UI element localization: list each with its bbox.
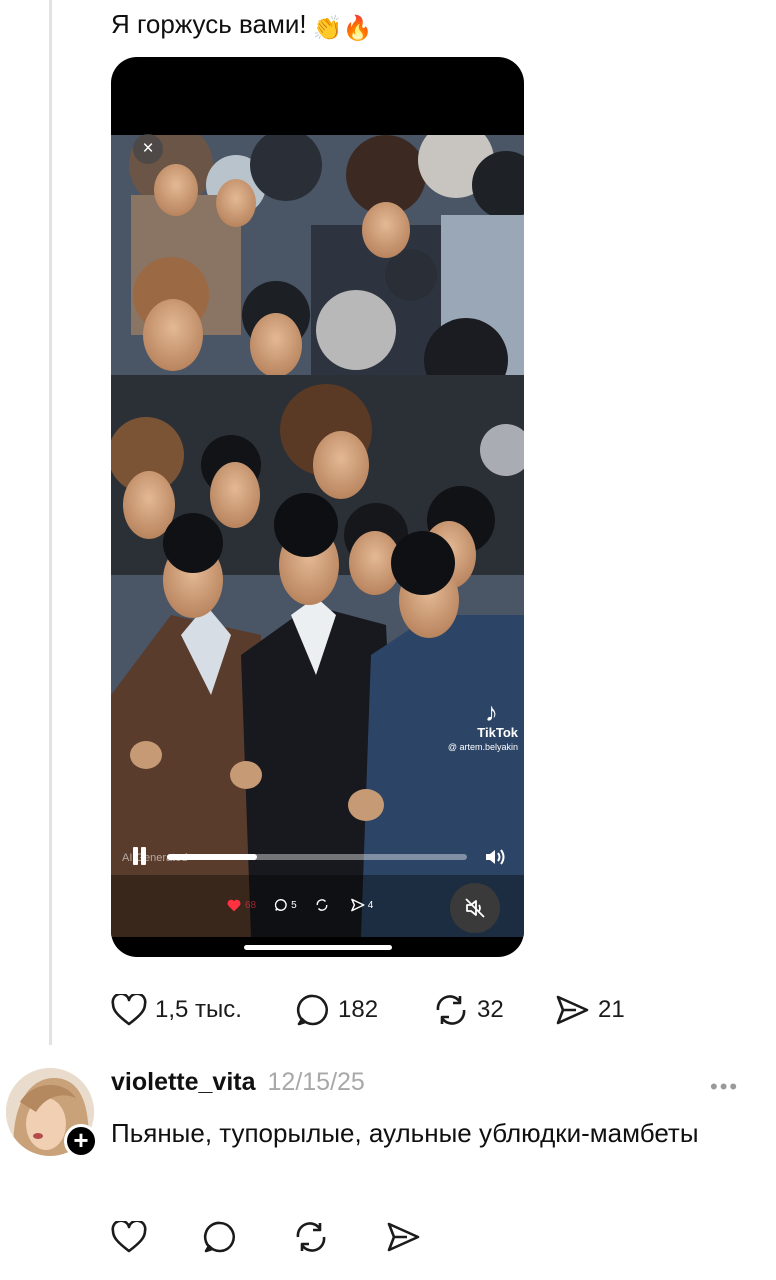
mini-like: 68 xyxy=(226,898,256,912)
volume-icon[interactable] xyxy=(484,847,506,867)
share-icon xyxy=(556,995,589,1025)
home-indicator xyxy=(244,945,392,950)
mini-comment: 5 xyxy=(274,898,297,912)
pause-icon[interactable] xyxy=(133,847,147,865)
close-icon[interactable]: × xyxy=(133,134,163,164)
heart-icon xyxy=(111,1221,147,1253)
mini-share-icon xyxy=(350,898,365,912)
thread-line xyxy=(49,0,52,1045)
video-frame[interactable] xyxy=(111,135,524,937)
tiktok-watermark: ♪ TikTok @ artem.belyakin xyxy=(448,699,518,753)
post-emoji: 👏🔥 xyxy=(312,15,373,42)
mute-button[interactable] xyxy=(450,883,500,933)
mini-like-count: 68 xyxy=(245,899,257,911)
comment-icon xyxy=(203,1221,236,1253)
repost-icon xyxy=(296,1222,326,1252)
video-progress-fill xyxy=(167,854,257,860)
more-options-icon[interactable]: ••• xyxy=(710,1074,739,1100)
comment-reply-button[interactable] xyxy=(203,1220,245,1254)
mini-heart-icon xyxy=(227,899,241,912)
comment-share-button[interactable] xyxy=(385,1221,429,1253)
share-count: 21 xyxy=(598,996,625,1023)
comment-date: 12/15/25 xyxy=(267,1068,365,1096)
post-text-content: Я горжусь вами! xyxy=(111,9,307,39)
comment-text: Пьяные, тупорылые, аульные ублюдки-мамбе… xyxy=(111,1118,699,1148)
like-button[interactable]: 1,5 тыс. xyxy=(111,994,296,1026)
mini-repost xyxy=(315,898,332,912)
crowd-image xyxy=(111,135,524,937)
mini-share: 4 xyxy=(350,898,374,912)
heart-icon xyxy=(111,994,147,1026)
mini-comment-count: 5 xyxy=(291,899,297,911)
comment-header: violette_vita 12/15/25 xyxy=(111,1068,365,1104)
video-mini-stats: 68 5 4 xyxy=(226,895,391,915)
tiktok-logo-icon: ♪ xyxy=(485,697,498,727)
mini-comment-icon xyxy=(275,899,287,911)
post-actions: 1,5 тыс. 182 32 21 xyxy=(111,990,625,1030)
comment-button[interactable]: 182 xyxy=(296,993,433,1027)
share-button[interactable]: 21 xyxy=(554,994,625,1026)
tiktok-username: @ artem.belyakin xyxy=(447,742,518,752)
comment-icon xyxy=(296,994,329,1026)
comment-username[interactable]: violette_vita xyxy=(111,1068,256,1097)
video-progress-bar[interactable] xyxy=(167,854,467,860)
comment-like-button[interactable] xyxy=(111,1221,155,1253)
repost-icon xyxy=(436,995,466,1025)
like-count: 1,5 тыс. xyxy=(155,996,242,1023)
repost-button[interactable]: 32 xyxy=(433,993,554,1027)
speaker-muted-icon xyxy=(465,898,485,918)
repost-count: 32 xyxy=(477,996,504,1023)
follow-button[interactable]: + xyxy=(64,1124,98,1158)
share-icon xyxy=(387,1222,420,1252)
comment-repost-button[interactable] xyxy=(293,1220,337,1254)
comment-actions xyxy=(111,1220,477,1254)
post-text: Я горжусь вами! 👏🔥 xyxy=(111,4,372,49)
tiktok-brand: TikTok xyxy=(477,725,518,740)
comment-count: 182 xyxy=(338,996,379,1023)
mini-repost-icon xyxy=(316,899,328,911)
mini-share-count: 4 xyxy=(367,899,374,911)
video-player[interactable]: × ♪ TikTok @ artem.belyakin AI Generated… xyxy=(111,57,524,957)
